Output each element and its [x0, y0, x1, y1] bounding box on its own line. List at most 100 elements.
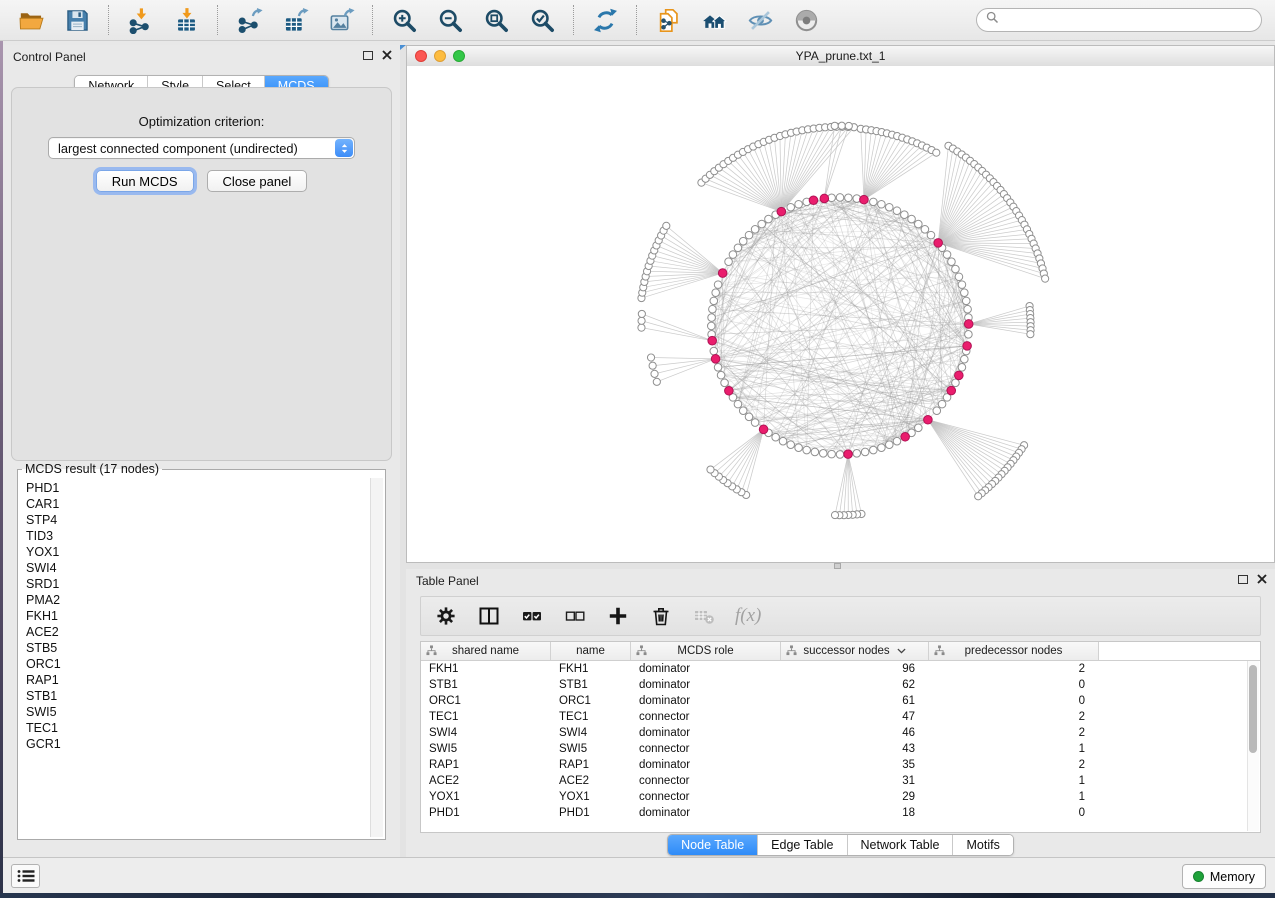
- cell-mcds-role: dominator: [631, 679, 781, 691]
- cell-name: SWI5: [551, 743, 631, 755]
- search-box[interactable]: [976, 8, 1262, 32]
- task-history-button[interactable]: [11, 864, 40, 888]
- hide-button[interactable]: [745, 5, 775, 35]
- table-row[interactable]: ORC1ORC1dominator610: [421, 693, 1260, 709]
- tab-node-table[interactable]: Node Table: [668, 835, 757, 855]
- cell-mcds-role: dominator: [631, 727, 781, 739]
- table-scrollbar[interactable]: [1247, 661, 1259, 831]
- tab-network-table[interactable]: Network Table: [847, 835, 953, 855]
- close-panel-button[interactable]: [382, 50, 392, 60]
- export-network-button[interactable]: [234, 5, 264, 35]
- mcds-result-item[interactable]: PHD1: [20, 480, 370, 496]
- cell-shared-name: ORC1: [421, 695, 551, 707]
- cell-successor-nodes: 61: [781, 695, 929, 707]
- refresh-icon: [591, 7, 619, 34]
- export-table-button[interactable]: [280, 5, 310, 35]
- cell-successor-nodes: 96: [781, 663, 929, 675]
- export-image-button[interactable]: [326, 5, 356, 35]
- zoom-in-button[interactable]: [389, 5, 419, 35]
- mcds-result-item[interactable]: SWI4: [20, 560, 370, 576]
- status-bar: Memory: [3, 857, 1275, 893]
- mcds-result-item[interactable]: TEC1: [20, 720, 370, 736]
- open-folder-button[interactable]: [16, 5, 46, 35]
- mcds-result-item[interactable]: YOX1: [20, 544, 370, 560]
- float-table-panel-button[interactable]: [1238, 575, 1248, 584]
- duplicate-network-button[interactable]: [653, 5, 683, 35]
- mcds-result-item[interactable]: TID3: [20, 528, 370, 544]
- mcds-result-item[interactable]: RAP1: [20, 672, 370, 688]
- column-header-mcds-role[interactable]: MCDS role: [631, 642, 781, 660]
- toolbar-group: [0, 5, 108, 35]
- result-list-scrollbar[interactable]: [370, 478, 383, 837]
- zoom-fit-button[interactable]: [481, 5, 511, 35]
- mcds-result-item[interactable]: ORC1: [20, 656, 370, 672]
- zoom-out-button[interactable]: [435, 5, 465, 35]
- tab-motifs[interactable]: Motifs: [952, 835, 1012, 855]
- table-row[interactable]: RAP1RAP1dominator352: [421, 757, 1260, 773]
- mcds-result-item[interactable]: STB1: [20, 688, 370, 704]
- mcds-result-item[interactable]: GCR1: [20, 736, 370, 752]
- table-row[interactable]: SWI5SWI5connector431: [421, 741, 1260, 757]
- import-table-icon: [172, 7, 200, 34]
- deselect-all-button[interactable]: [563, 604, 587, 628]
- table-row[interactable]: ACE2ACE2connector311: [421, 773, 1260, 789]
- mcds-result-item[interactable]: STP4: [20, 512, 370, 528]
- show-button[interactable]: [791, 5, 821, 35]
- mcds-result-item[interactable]: PMA2: [20, 592, 370, 608]
- add-row-button[interactable]: [606, 604, 630, 628]
- zoom-in-icon: [390, 7, 418, 34]
- column-header-name[interactable]: name: [551, 642, 631, 660]
- cell-predecessor-nodes: 0: [929, 679, 1099, 691]
- mcds-result-item[interactable]: SWI5: [20, 704, 370, 720]
- save-button[interactable]: [62, 5, 92, 35]
- cell-shared-name: SWI4: [421, 727, 551, 739]
- memory-button[interactable]: Memory: [1182, 864, 1266, 889]
- import-network-button[interactable]: [125, 5, 155, 35]
- mcds-result-list[interactable]: PHD1CAR1STP4TID3YOX1SWI4SRD1PMA2FKH1ACE2…: [20, 478, 370, 837]
- tab-edge-table[interactable]: Edge Table: [757, 835, 846, 855]
- gear-button[interactable]: [434, 604, 458, 628]
- cell-name: PHD1: [551, 807, 631, 819]
- table-row[interactable]: TEC1TEC1connector472: [421, 709, 1260, 725]
- cell-shared-name: YOX1: [421, 791, 551, 803]
- columns-button[interactable]: [477, 604, 501, 628]
- search-icon: [986, 11, 999, 29]
- mcds-result-item[interactable]: ACE2: [20, 624, 370, 640]
- table-scrollbar-thumb[interactable]: [1249, 665, 1257, 753]
- optimization-criterion-select[interactable]: largest connected component (undirected): [48, 137, 355, 159]
- column-header-shared-name[interactable]: shared name: [421, 642, 551, 660]
- mcds-result-box: MCDS result (17 nodes) PHD1CAR1STP4TID3Y…: [17, 462, 386, 840]
- close-table-panel-button[interactable]: [1257, 574, 1267, 584]
- search-input[interactable]: [1005, 12, 1252, 28]
- memory-label: Memory: [1210, 870, 1255, 884]
- cell-mcds-role: dominator: [631, 759, 781, 771]
- table-row[interactable]: FKH1FKH1dominator962: [421, 661, 1260, 677]
- table-row[interactable]: SWI4SWI4dominator462: [421, 725, 1260, 741]
- run-mcds-button[interactable]: Run MCDS: [96, 170, 194, 192]
- import-table-button[interactable]: [171, 5, 201, 35]
- table-row[interactable]: STB1STB1dominator620: [421, 677, 1260, 693]
- mcds-result-item[interactable]: STB5: [20, 640, 370, 656]
- close-panel-action-button[interactable]: Close panel: [207, 170, 308, 192]
- delete-row-button[interactable]: [649, 604, 673, 628]
- shared-column-icon: [786, 645, 797, 656]
- mcds-result-item[interactable]: FKH1: [20, 608, 370, 624]
- column-header-predecessor-nodes[interactable]: predecessor nodes: [929, 642, 1099, 660]
- table-row[interactable]: YOX1YOX1connector291: [421, 789, 1260, 805]
- column-header-successor-nodes[interactable]: successor nodes: [781, 642, 929, 660]
- mcds-result-item[interactable]: CAR1: [20, 496, 370, 512]
- select-all-icon: [521, 615, 543, 630]
- table-row[interactable]: PHD1PHD1dominator180: [421, 805, 1260, 821]
- zoom-selected-button[interactable]: [527, 5, 557, 35]
- float-panel-button[interactable]: [363, 51, 373, 60]
- select-all-button[interactable]: [520, 604, 544, 628]
- save-icon: [63, 7, 91, 34]
- toolbar-group: [574, 5, 636, 35]
- mcds-result-item[interactable]: SRD1: [20, 576, 370, 592]
- table-panel-header: Table Panel: [406, 569, 1275, 593]
- network-canvas[interactable]: [407, 66, 1274, 562]
- cell-predecessor-nodes: 2: [929, 663, 1099, 675]
- refresh-button[interactable]: [590, 5, 620, 35]
- networks-home-button[interactable]: [699, 5, 729, 35]
- main-toolbar: [0, 0, 1275, 41]
